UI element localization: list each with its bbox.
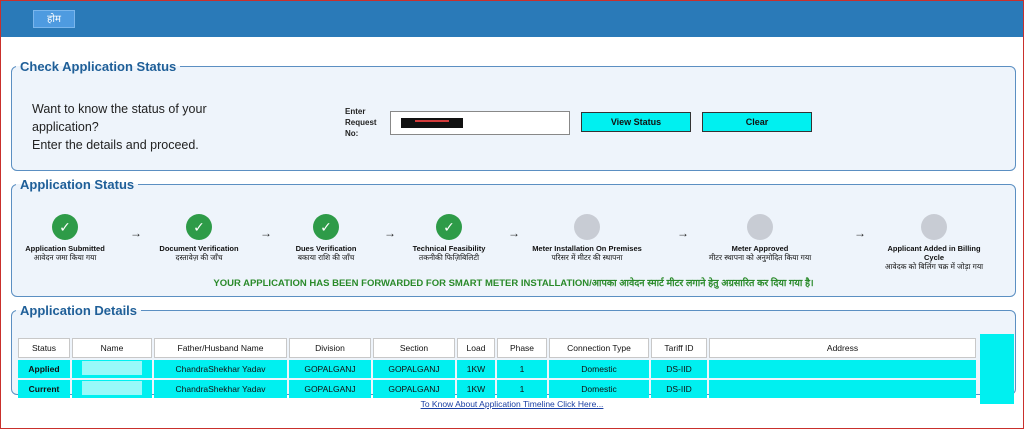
column-header: Father/Husband Name xyxy=(154,338,287,358)
status-step: Applicant Added in Billing Cycle आवेदक को… xyxy=(879,214,989,271)
cell-division: GOPALGANJ xyxy=(289,360,371,378)
cell-tariff: DS-IID xyxy=(651,360,707,378)
cell-father: ChandraShekhar Yadav xyxy=(154,360,287,378)
column-header: Tariff ID xyxy=(651,338,707,358)
details-table: Status Name Father/Husband Name Division Sec… xyxy=(16,336,978,400)
clear-button[interactable]: Clear xyxy=(702,112,812,132)
status-step: ✓ Document Verification दस्तावेज़ की जाँच xyxy=(144,214,254,262)
home-button[interactable]: होम xyxy=(33,10,75,28)
check-intro-text: Want to know the status of your applicat… xyxy=(32,100,272,154)
step-label-hi: आवेदन जमा किया गया xyxy=(33,253,97,262)
step-label-hi: बकाया राशि की जाँच xyxy=(297,253,355,262)
cell-connection: Domestic xyxy=(549,360,649,378)
step-label-hi: परिसर में मीटर की स्थापना xyxy=(551,253,623,262)
cell-phase: 1 xyxy=(497,360,547,378)
cell-load: 1KW xyxy=(457,360,495,378)
pending-circle-icon xyxy=(747,214,773,240)
application-status-panel: Application Status ✓ Application Submitte… xyxy=(11,177,1016,297)
table-row: Applied ChandraShekhar Yadav GOPALGANJ GOPA… xyxy=(18,360,976,378)
cell-name xyxy=(72,380,152,398)
arrow-right-icon: → xyxy=(508,226,520,240)
table-scroll-area xyxy=(980,334,1014,404)
column-header: Load xyxy=(457,338,495,358)
application-details-panel: Application Details Status Name Father/Hus… xyxy=(11,303,1016,404)
status-step: Meter Approved मीटर स्थापना को अनुमोदित क… xyxy=(705,214,815,262)
status-step: ✓ Dues Verification बकाया राशि की जाँच xyxy=(271,214,381,262)
cell-connection: Domestic xyxy=(549,380,649,398)
cell-phase: 1 xyxy=(497,380,547,398)
redacted-value xyxy=(401,118,463,128)
step-label-en: Technical Feasibility xyxy=(412,244,486,253)
step-label-en: Document Verification xyxy=(159,244,239,253)
column-header: Phase xyxy=(497,338,547,358)
step-label-hi: आवेदक को बिलिंग चक्र में जोड़ा गया xyxy=(884,262,984,271)
redacted-name xyxy=(82,361,142,375)
step-label-en: Applicant Added in Billing Cycle xyxy=(887,244,981,262)
table-header-row: Status Name Father/Husband Name Division Sec… xyxy=(18,338,976,358)
cell-father: ChandraShekhar Yadav xyxy=(154,380,287,398)
step-label-en: Meter Installation On Premises xyxy=(532,244,642,253)
cell-name xyxy=(72,360,152,378)
intro-line-1: Want to know the status of your applicat… xyxy=(32,102,207,134)
cell-status: Applied xyxy=(18,360,70,378)
check-status-panel: Check Application Status Want to know th… xyxy=(11,59,1016,171)
cell-load: 1KW xyxy=(457,380,495,398)
table-row: Current ChandraShekhar Yadav GOPALGANJ GOPA… xyxy=(18,380,976,398)
cell-section: GOPALGANJ xyxy=(373,360,455,378)
pending-circle-icon xyxy=(574,214,600,240)
step-label-hi: तकनीकी फिज़िबिलिटी xyxy=(418,253,480,262)
request-no-input[interactable] xyxy=(390,111,570,135)
step-label-hi: मीटर स्थापना को अनुमोदित किया गया xyxy=(708,253,812,262)
arrow-right-icon: → xyxy=(854,226,866,240)
check-status-legend: Check Application Status xyxy=(20,59,177,74)
cell-status: Current xyxy=(18,380,70,398)
status-step: Meter Installation On Premises परिसर में … xyxy=(532,214,642,262)
column-header: Address xyxy=(709,338,976,358)
step-label-hi: दस्तावेज़ की जाँच xyxy=(175,253,223,262)
column-header: Status xyxy=(18,338,70,358)
application-details-legend: Application Details xyxy=(20,303,138,318)
application-timeline-link[interactable]: To Know About Application Timeline Click… xyxy=(1,399,1023,409)
status-step: ✓ Technical Feasibility तकनीकी फिज़िबिलिटी xyxy=(394,214,504,262)
arrow-right-icon: → xyxy=(260,226,272,240)
arrow-right-icon: → xyxy=(384,226,396,240)
arrow-right-icon: → xyxy=(130,226,142,240)
column-header: Name xyxy=(72,338,152,358)
column-header: Section xyxy=(373,338,455,358)
intro-line-2: Enter the details and proceed. xyxy=(32,138,199,152)
column-header: Connection Type xyxy=(549,338,649,358)
cell-division: GOPALGANJ xyxy=(289,380,371,398)
column-header: Division xyxy=(289,338,371,358)
arrow-right-icon: → xyxy=(677,226,689,240)
check-circle-icon: ✓ xyxy=(436,214,462,240)
application-status-legend: Application Status xyxy=(20,177,135,192)
check-circle-icon: ✓ xyxy=(52,214,78,240)
request-no-label: Enter Request No: xyxy=(345,107,377,138)
cell-address xyxy=(709,380,976,398)
check-circle-icon: ✓ xyxy=(186,214,212,240)
check-circle-icon: ✓ xyxy=(313,214,339,240)
view-status-button[interactable]: View Status xyxy=(581,112,691,132)
top-nav-bar: होम xyxy=(1,1,1023,37)
step-label-en: Dues Verification xyxy=(295,244,357,253)
step-label-en: Meter Approved xyxy=(731,244,789,253)
cell-section: GOPALGANJ xyxy=(373,380,455,398)
cell-address xyxy=(709,360,976,378)
status-step: ✓ Application Submitted आवेदन जमा किया गया xyxy=(10,214,120,262)
cell-tariff: DS-IID xyxy=(651,380,707,398)
forward-message: YOUR APPLICATION HAS BEEN FORWARDED FOR … xyxy=(213,278,814,289)
pending-circle-icon xyxy=(921,214,947,240)
step-label-en: Application Submitted xyxy=(25,244,105,253)
redacted-name xyxy=(82,381,142,395)
